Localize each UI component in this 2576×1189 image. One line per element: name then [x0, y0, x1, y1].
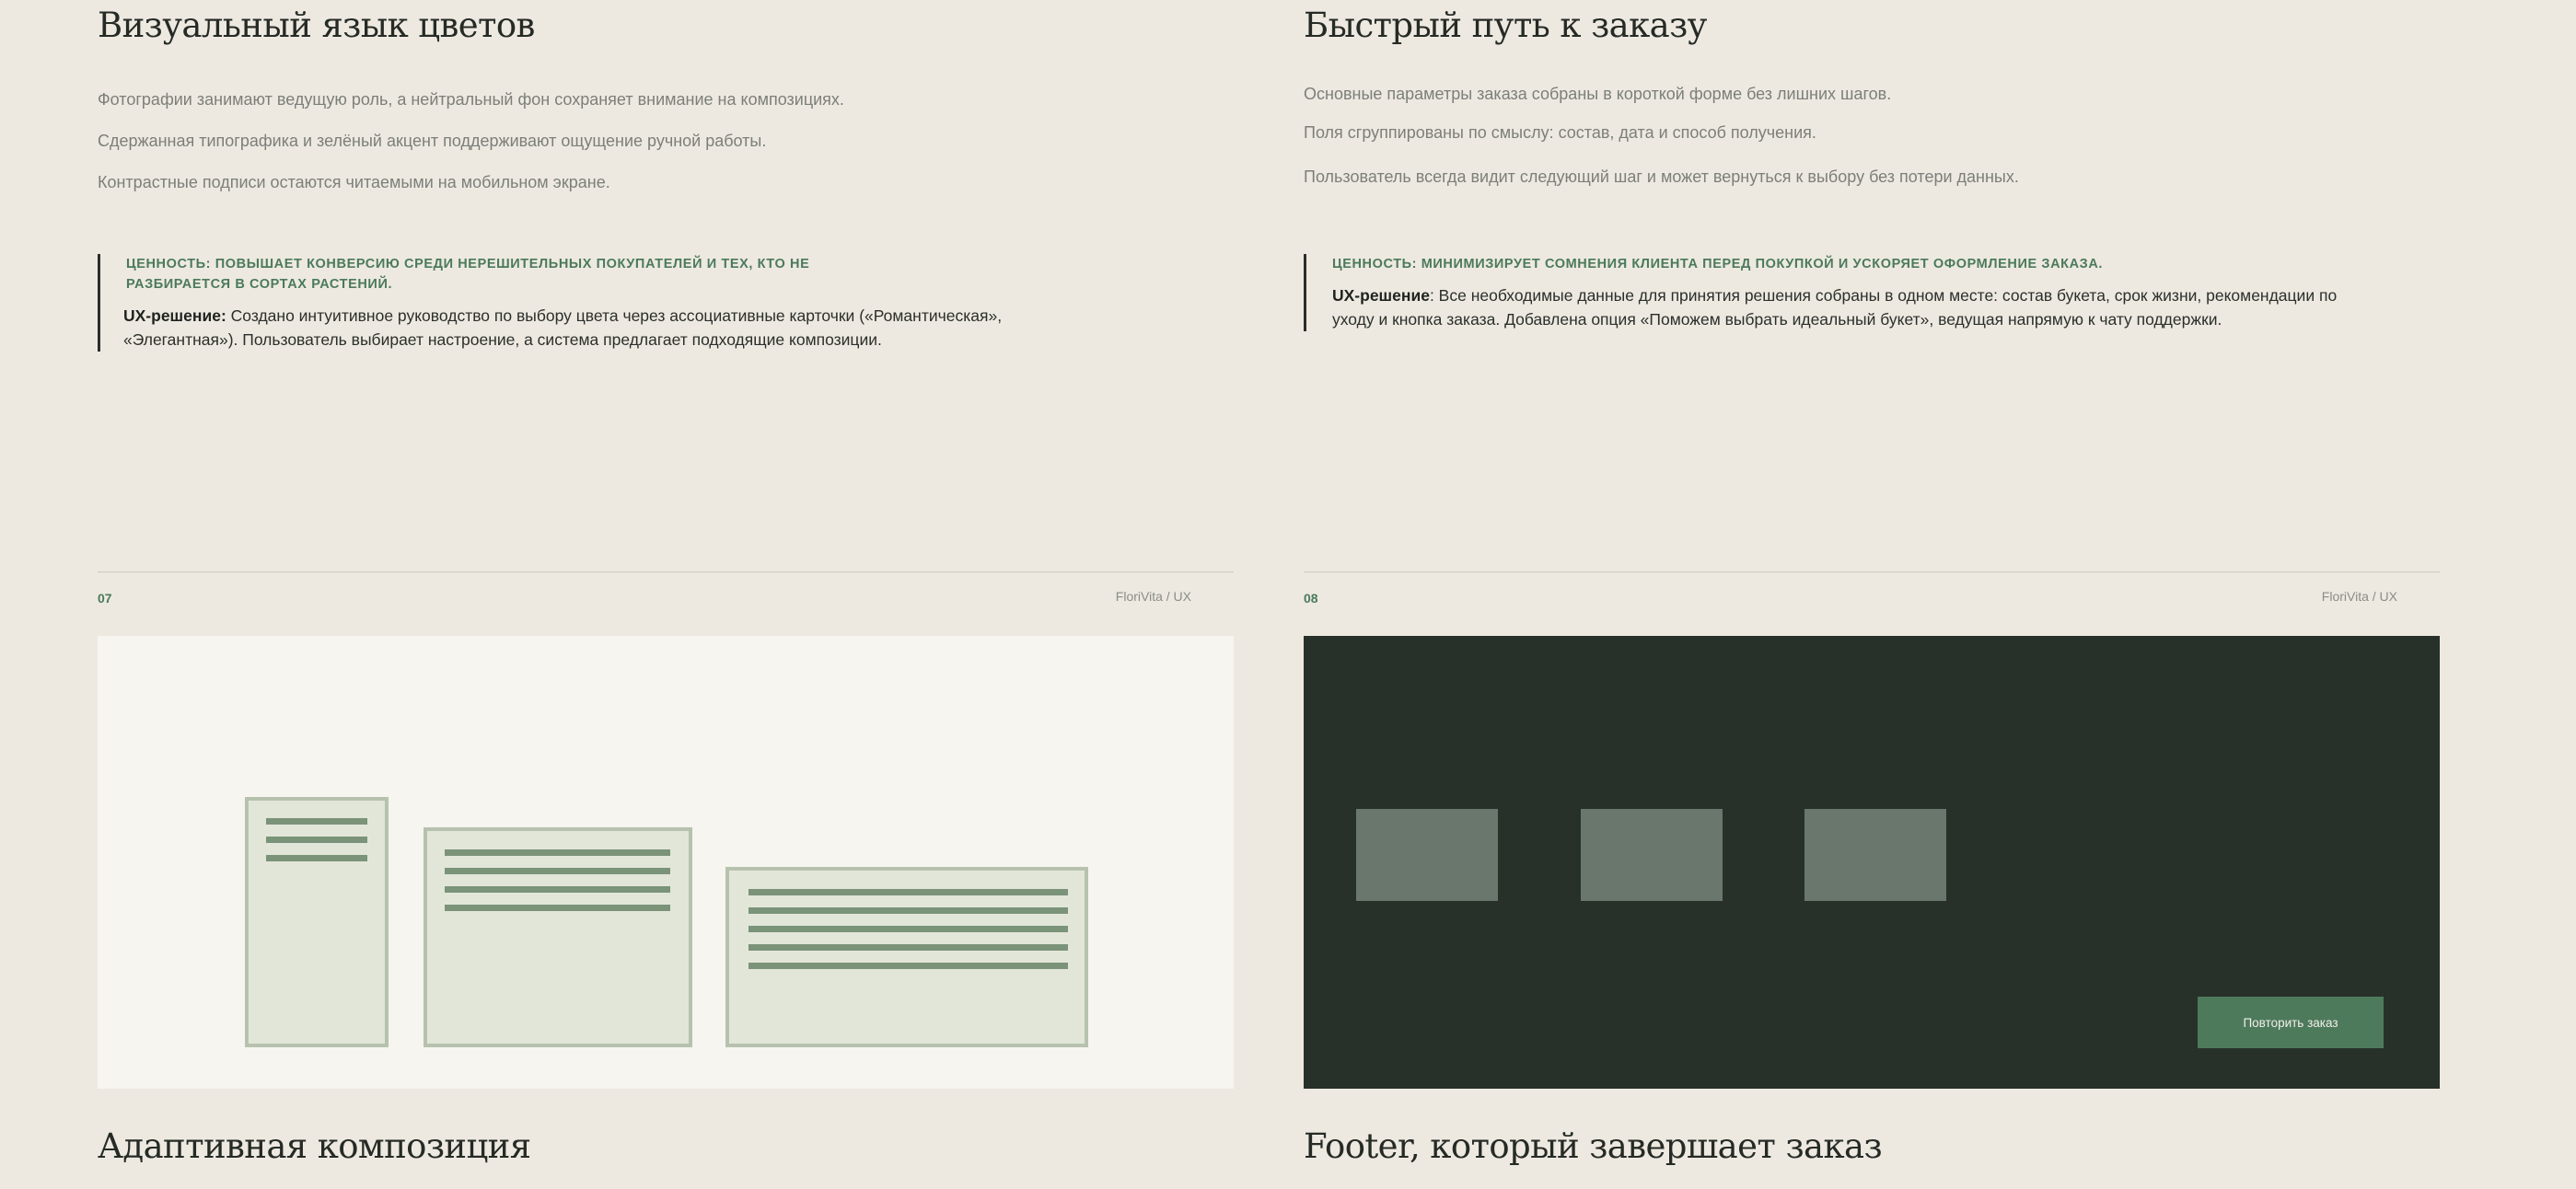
repeat-order-button[interactable]: Повторить заказ — [2198, 997, 2384, 1048]
ux-text: Создано интуитивное руководство по выбор… — [226, 306, 1003, 325]
value-line: разбирается в сортах растений. — [126, 277, 393, 292]
desktop-card — [725, 867, 1088, 1047]
value-line: Ценность: повышает конверсию среди нереш… — [126, 257, 810, 271]
ux-text: «Элегантная»). Пользователь выбирает нас… — [123, 330, 882, 349]
left-slide-column: Визуальный язык цветов Фотографии занима… — [98, 0, 1234, 1189]
text-line-placeholder — [445, 886, 670, 893]
text-line-placeholder — [266, 837, 367, 843]
description-paragraph: Основные параметры заказа собраны в коро… — [1304, 85, 1892, 103]
mobile-card — [245, 797, 389, 1047]
ux-text: : Все необходимые данные для принятия ре… — [1429, 286, 2338, 305]
value-callout: Ценность: минимизирует сомнения клиента … — [1304, 254, 2337, 331]
description-paragraph: Контрастные подписи остаются читаемыми н… — [98, 173, 610, 191]
section-divider — [98, 571, 1234, 572]
text-line-placeholder — [748, 963, 1068, 969]
adaptive-layout-illustration — [98, 636, 1234, 1089]
ux-text: уходу и кнопка заказа. Добавлена опция «… — [1332, 310, 2222, 329]
footer-image-placeholder — [1581, 809, 1723, 901]
text-line-placeholder — [445, 849, 670, 856]
value-statement: Ценность: повышает конверсию среди нереш… — [126, 254, 1002, 294]
description-paragraph: Пользователь всегда видит следующий шаг … — [1304, 167, 2019, 186]
text-line-placeholder — [445, 868, 670, 874]
ux-solution: UX-решение: Все необходимые данные для п… — [1332, 283, 2337, 331]
slide-brand: FloriVita / UX — [1115, 589, 1191, 604]
text-line-placeholder — [266, 818, 367, 825]
section-heading: Адаптивная композиция — [98, 1126, 531, 1166]
value-statement: Ценность: минимизирует сомнения клиента … — [1332, 257, 2104, 271]
description-paragraph: Сдержанная типографика и зелёный акцент … — [98, 132, 767, 150]
footer-mockup: Повторить заказ — [1304, 636, 2440, 1089]
text-line-placeholder — [748, 907, 1068, 914]
text-line-placeholder — [748, 889, 1068, 895]
description-paragraph: Поля сгруппированы по смыслу: состав, да… — [1304, 123, 1816, 142]
tablet-card — [424, 827, 692, 1047]
ux-label: UX-решение: — [123, 306, 226, 325]
ux-label: UX-решение — [1332, 286, 1430, 305]
slide-brand: FloriVita / UX — [2321, 589, 2397, 604]
text-line-placeholder — [266, 855, 367, 861]
right-slide-column: Быстрый путь к заказу Основные параметры… — [1304, 0, 2440, 1189]
footer-image-placeholder — [1804, 809, 1946, 901]
section-heading: Визуальный язык цветов — [98, 6, 535, 45]
description-paragraph: Фотографии занимают ведущую роль, а нейт… — [98, 90, 844, 109]
section-divider — [1304, 571, 2440, 572]
ux-solution: UX-решение: Создано интуитивное руководс… — [123, 304, 1002, 352]
text-line-placeholder — [748, 944, 1068, 951]
text-line-placeholder — [748, 926, 1068, 932]
slide-number: 07 — [98, 591, 112, 606]
value-callout: Ценность: повышает конверсию среди нереш… — [98, 254, 1002, 352]
section-heading: Footer, который завершает заказ — [1304, 1126, 1883, 1166]
text-line-placeholder — [445, 905, 670, 911]
slide-number: 08 — [1304, 591, 1318, 606]
footer-image-placeholder — [1356, 809, 1498, 901]
section-heading: Быстрый путь к заказу — [1304, 6, 1707, 45]
